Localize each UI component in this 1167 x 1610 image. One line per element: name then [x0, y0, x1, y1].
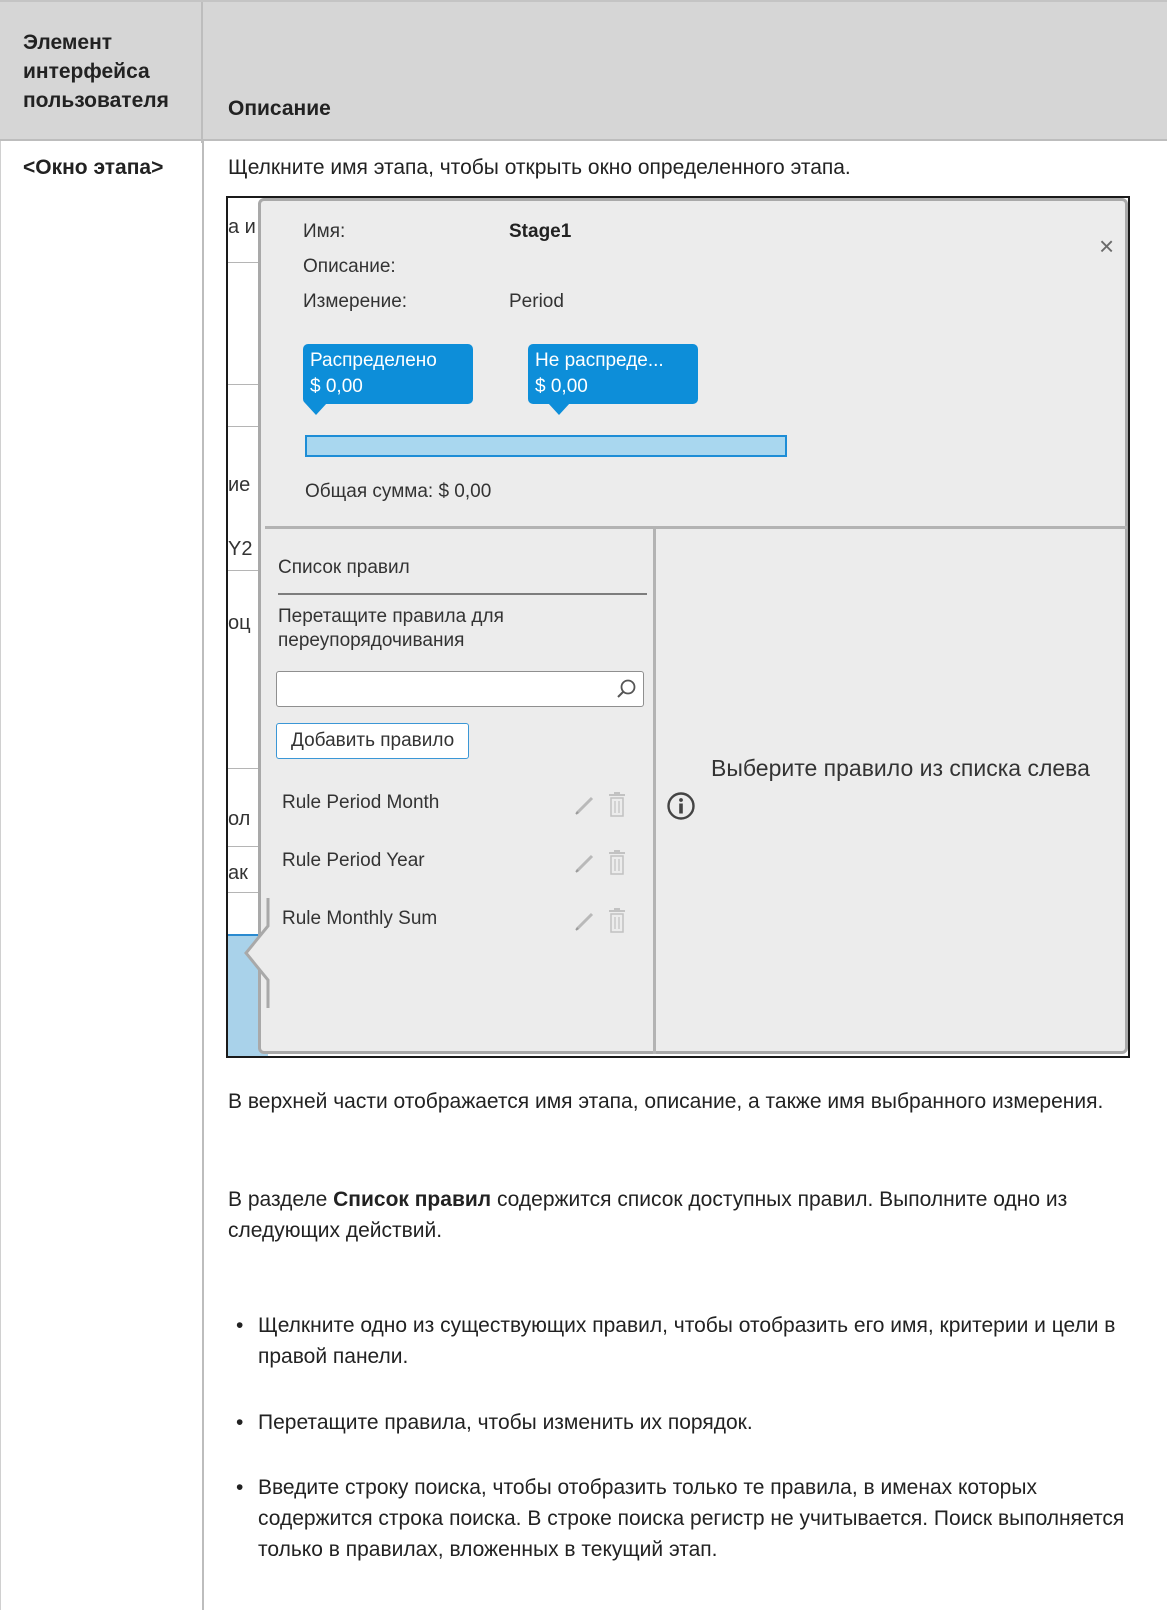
- rule-name: Rule Monthly Sum: [282, 908, 438, 929]
- pencil-icon[interactable]: [574, 852, 596, 874]
- pencil-icon[interactable]: [574, 794, 596, 816]
- table-header-row: Элемент интерфейса пользователя Описание: [0, 0, 1167, 143]
- bullet-text: Перетащите правила, чтобы изменить их по…: [258, 1411, 753, 1434]
- rule-name: Rule Period Month: [282, 792, 440, 813]
- stage-name-value: Stage1: [509, 221, 572, 242]
- column-header-ui-element: Элемент интерфейса пользователя: [23, 31, 169, 112]
- allocated-value: $ 0,00: [310, 376, 363, 397]
- trash-icon[interactable]: [608, 850, 626, 876]
- dimension-label: Измерение:: [303, 291, 408, 312]
- callout-pointer: [305, 403, 327, 415]
- dimension-value: Period: [509, 291, 564, 312]
- paragraph-top-section: В верхней части отображается имя этапа, …: [228, 1090, 1104, 1113]
- name-label: Имя:: [303, 221, 346, 242]
- allocated-callout: Распределено $ 0,00: [303, 344, 473, 415]
- info-icon: [667, 792, 695, 820]
- rule-name: Rule Period Year: [282, 850, 425, 871]
- trash-icon[interactable]: [608, 792, 626, 818]
- rule-list-term: Список правил: [333, 1188, 492, 1211]
- table-left-border: [0, 141, 1, 1610]
- description-label: Описание:: [303, 256, 396, 277]
- callout-pointer: [548, 403, 570, 415]
- row-intro-text: Щелкните имя этапа, чтобы открыть окно о…: [228, 156, 851, 179]
- rule-list-hint: Перетащите правила для переупорядочивани…: [278, 606, 504, 651]
- allocated-label: Распределено: [310, 350, 437, 371]
- search-icon[interactable]: [615, 678, 637, 700]
- paragraph-rule-list: В разделе Список правил содержится списо…: [228, 1184, 1108, 1246]
- bullet-dot: •: [236, 1314, 244, 1337]
- rule-list-underline: [278, 593, 647, 595]
- bullet-dot: •: [236, 1476, 244, 1499]
- pencil-icon[interactable]: [574, 910, 596, 932]
- rule-list-title: Список правил: [278, 557, 410, 578]
- stage-popup: Имя: Stage1 Описание: Измерение: Period …: [258, 198, 1128, 1054]
- total-amount: Общая сумма: $ 0,00: [305, 481, 492, 502]
- unallocated-value: $ 0,00: [535, 376, 588, 397]
- rule-search-input[interactable]: [276, 671, 644, 707]
- unallocated-label: Не распреде...: [535, 350, 664, 371]
- pane-divider: [653, 526, 656, 1054]
- bullet-text: Введите строку поиска, чтобы отобразить …: [258, 1476, 1125, 1561]
- table-header-cell-element: Элемент интерфейса пользователя: [0, 2, 203, 143]
- bullet-text: Щелкните одно из существующих правил, чт…: [258, 1314, 1116, 1368]
- stage-window-screenshot: а и ие Y2 оц ол ак Имя: Stage1 Описание:…: [226, 196, 1130, 1058]
- rule-list-item[interactable]: Rule Period Year: [278, 844, 646, 884]
- add-rule-button[interactable]: Добавить правило: [276, 723, 470, 759]
- unallocated-callout: Не распреде... $ 0,00: [528, 344, 698, 415]
- popup-pointer: [244, 898, 270, 1008]
- select-rule-message: Выберите правило из списка слева: [711, 755, 1090, 781]
- section-divider: [265, 526, 1127, 529]
- row-label-stage-window: <Окно этапа>: [23, 156, 164, 179]
- rule-list-item[interactable]: Rule Period Month: [278, 786, 646, 826]
- column-header-description: Описание: [228, 97, 331, 120]
- trash-icon[interactable]: [608, 908, 626, 934]
- bullet-dot: •: [236, 1411, 244, 1434]
- ui-elements-table: Элемент интерфейса пользователя Описание…: [0, 0, 1167, 1610]
- rule-list-item[interactable]: Rule Monthly Sum: [278, 902, 646, 942]
- close-icon[interactable]: ×: [1099, 231, 1114, 262]
- table-column-divider: [202, 141, 204, 1610]
- allocation-bar: [305, 435, 787, 457]
- paragraph-prefix: В разделе: [228, 1188, 334, 1211]
